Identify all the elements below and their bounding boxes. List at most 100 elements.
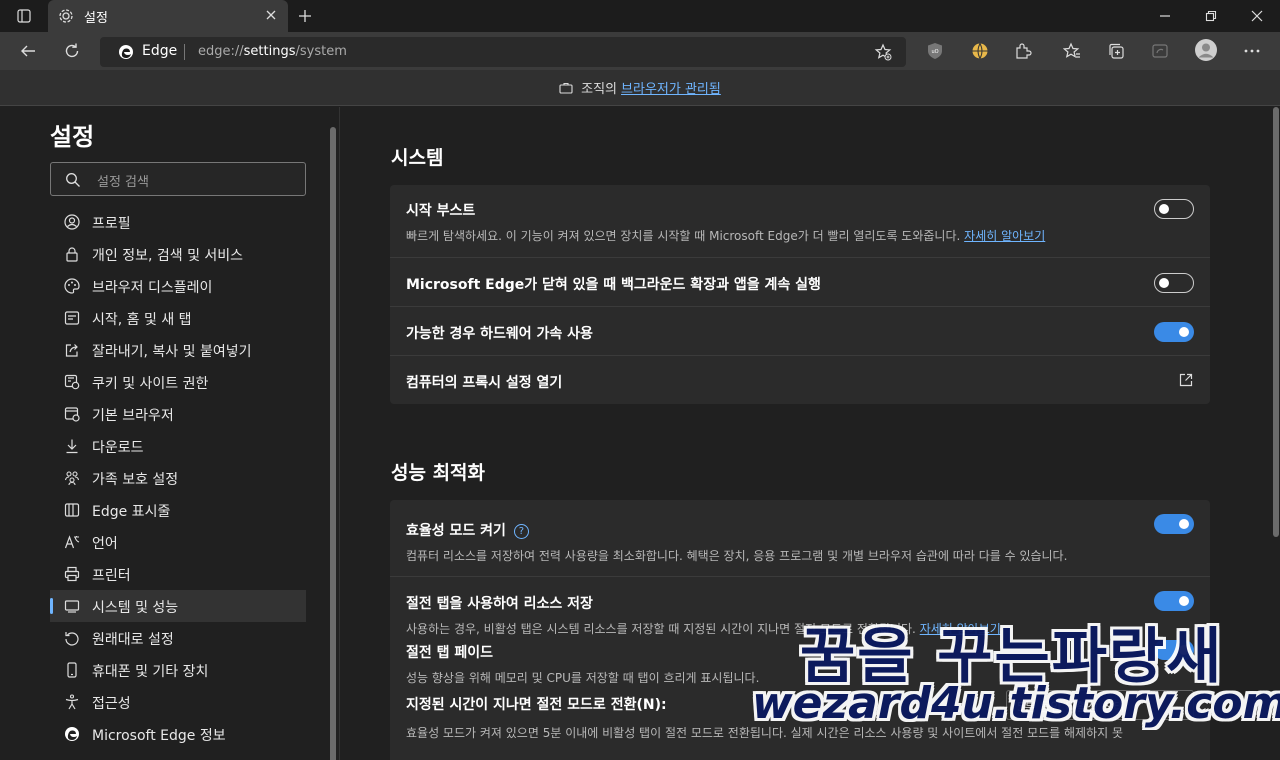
minimize-icon[interactable] [1150, 0, 1180, 32]
startup-boost-learn-more-link[interactable]: 자세히 알아보기 [964, 229, 1045, 243]
restore-icon[interactable] [1196, 0, 1226, 32]
sidebar-item-label: 프로필 [92, 216, 131, 232]
startup-boost-toggle[interactable] [1154, 199, 1194, 219]
profile-icon [64, 214, 80, 230]
briefcase-icon [559, 82, 573, 94]
section-title-system: 시스템 [391, 147, 444, 169]
managed-link[interactable]: 브라우저가 관리됨 [621, 78, 721, 97]
phone-icon [67, 662, 77, 678]
hardware-accel-row: 가능한 경우 하드웨어 가속 사용 [390, 306, 1210, 355]
fade-tabs-desc: 성능 향상을 위해 메모리 및 CPU를 저장할 때 탭이 흐리게 표시됩니다. [406, 671, 760, 685]
managed-notice: 조직의 브라우저가 관리됨 [0, 70, 1280, 106]
language-icon [64, 535, 80, 549]
more-menu-icon[interactable] [1242, 41, 1262, 61]
search-placeholder: 설정 검색 [97, 175, 149, 190]
refresh-icon[interactable] [62, 41, 82, 61]
sidebar-item-default-browser[interactable]: 기본 브라우저 [50, 398, 306, 430]
new-tab-icon[interactable] [294, 0, 316, 32]
sidebar-item-phone[interactable]: 휴대폰 및 기타 장치 [50, 654, 306, 686]
gear-icon [59, 9, 73, 23]
favorites-icon[interactable] [1062, 41, 1082, 61]
extensions-icon[interactable] [1013, 41, 1033, 61]
printer-icon [64, 566, 80, 582]
collections-icon[interactable] [1106, 41, 1126, 61]
sidebar-item-label: 잘라내기, 복사 및 붙여넣기 [92, 344, 252, 360]
search-icon [66, 173, 80, 187]
sleep-timeout-title: 지정된 시간이 지나면 절전 모드로 전환(N): [406, 697, 667, 713]
lock-icon [66, 247, 78, 262]
sidebar-item-label: Edge 표시줄 [92, 504, 171, 520]
help-icon[interactable]: ? [513, 524, 529, 539]
sidebar-item-reset[interactable]: 원래대로 설정 [50, 622, 306, 654]
search-input[interactable]: 설정 검색 [50, 162, 306, 196]
tab-title: 설정 [84, 11, 108, 26]
sidebar-title: 설정 [50, 123, 95, 151]
close-window-icon[interactable] [1242, 0, 1272, 32]
add-favorite-icon[interactable] [874, 43, 892, 61]
address-separator [184, 44, 185, 60]
efficiency-mode-toggle[interactable] [1154, 514, 1194, 534]
sidebar-item-label: 원래대로 설정 [92, 632, 174, 648]
proxy-title: 컴퓨터의 프록시 설정 열기 [406, 375, 563, 391]
efficiency-mode-desc: 컴퓨터 리소스를 저장하여 전력 사용량을 최소화합니다. 혜택은 장치, 응용… [406, 549, 1068, 563]
background-apps-row: Microsoft Edge가 닫혀 있을 때 백그라운드 확장과 앱을 계속 … [390, 257, 1210, 306]
sidebar-item-label: 기본 브라우저 [92, 408, 174, 424]
sidebar-item-share[interactable]: 잘라내기, 복사 및 붙여넣기 [50, 334, 306, 366]
share-icon [65, 344, 78, 357]
shield-icon[interactable]: uO [925, 41, 945, 61]
svg-text:uO: uO [931, 49, 938, 55]
close-tab-icon[interactable] [264, 8, 278, 22]
sidebar-item-label: 시작, 홈 및 새 탭 [92, 312, 192, 328]
sidebar-item-profile[interactable]: 프로필 [50, 206, 306, 238]
section-title-performance: 성능 최적화 [391, 462, 486, 484]
sleeping-tabs-title: 절전 탭을 사용하여 리소스 저장 [406, 596, 593, 612]
efficiency-mode-title: 효율성 모드 켜기? [406, 520, 529, 540]
globe-icon[interactable] [970, 41, 990, 61]
startup-boost-desc: 빠르게 탐색하세요. 이 기능이 켜져 있으면 장치를 시작할 때 Micros… [406, 229, 1046, 243]
back-icon[interactable] [18, 41, 38, 61]
sidebar-item-about[interactable]: Microsoft Edge 정보 [50, 718, 306, 750]
proxy-row[interactable]: 컴퓨터의 프록시 설정 열기 [390, 355, 1210, 404]
download-icon [66, 439, 78, 454]
sidebar-item-family[interactable]: 가족 보호 설정 [50, 462, 306, 494]
sidebar-item-label: 언어 [92, 536, 118, 552]
home-tab-icon [64, 311, 80, 325]
performance-icon[interactable] [1150, 41, 1170, 61]
sidebar-item-cookies[interactable]: 쿠키 및 사이트 권한 [50, 366, 306, 398]
background-apps-title: Microsoft Edge가 닫혀 있을 때 백그라운드 확장과 앱을 계속 … [406, 277, 821, 293]
efficiency-mode-row: 효율성 모드 켜기? 컴퓨터 리소스를 저장하여 전력 사용량을 최소화합니다.… [390, 500, 1210, 576]
sidebar-item-label: 가족 보호 설정 [92, 472, 179, 488]
sidebar-item-printers[interactable]: 프린터 [50, 558, 306, 590]
sidebar-item-system[interactable]: 시스템 및 성능 [50, 590, 306, 622]
tab-actions-icon[interactable] [12, 0, 36, 32]
fade-tabs-title: 절전 탭 페이드 [406, 645, 494, 661]
avatar[interactable] [1194, 38, 1218, 62]
sidebar-item-start-home[interactable]: 시작, 홈 및 새 탭 [50, 302, 306, 334]
toolbar: Edge edge://settings/system uO [0, 32, 1280, 70]
settings-nav: 프로필 개인 정보, 검색 및 서비스 브라우저 디스플레이 시작, 홈 및 새… [50, 206, 306, 750]
background-apps-toggle[interactable] [1154, 273, 1194, 293]
sidebar-item-edge-bar[interactable]: Edge 표시줄 [50, 494, 306, 526]
sidebar-scrollbar[interactable] [330, 127, 336, 760]
main-scrollbar[interactable] [1273, 107, 1279, 537]
sidebar-item-downloads[interactable]: 다운로드 [50, 430, 306, 462]
watermark-url: wezard4u.tistory.com [752, 678, 1280, 729]
external-link-icon[interactable] [1178, 372, 1194, 388]
sidebar-item-accessibility[interactable]: 접근성 [50, 686, 306, 718]
sidebar-item-label: 휴대폰 및 기타 장치 [92, 664, 209, 680]
managed-text: 조직의 [581, 82, 618, 97]
address-bar[interactable]: Edge edge://settings/system [100, 37, 906, 67]
tab-settings[interactable]: 설정 [48, 0, 288, 32]
system-card: 시작 부스트 빠르게 탐색하세요. 이 기능이 켜져 있으면 장치를 시작할 때… [390, 185, 1210, 404]
hardware-accel-toggle[interactable] [1154, 322, 1194, 342]
sidebar-item-privacy[interactable]: 개인 정보, 검색 및 서비스 [50, 238, 306, 270]
accessibility-icon [65, 694, 79, 710]
sidebar-item-label: 접근성 [92, 696, 131, 712]
sidebar-item-appearance[interactable]: 브라우저 디스플레이 [50, 270, 306, 302]
cookie-icon [64, 374, 80, 390]
startup-boost-title: 시작 부스트 [406, 203, 476, 219]
browser-icon [64, 407, 80, 422]
sidebar-item-languages[interactable]: 언어 [50, 526, 306, 558]
address-url: edge://settings/system [198, 44, 347, 59]
startup-boost-row: 시작 부스트 빠르게 탐색하세요. 이 기능이 켜져 있으면 장치를 시작할 때… [390, 185, 1210, 257]
